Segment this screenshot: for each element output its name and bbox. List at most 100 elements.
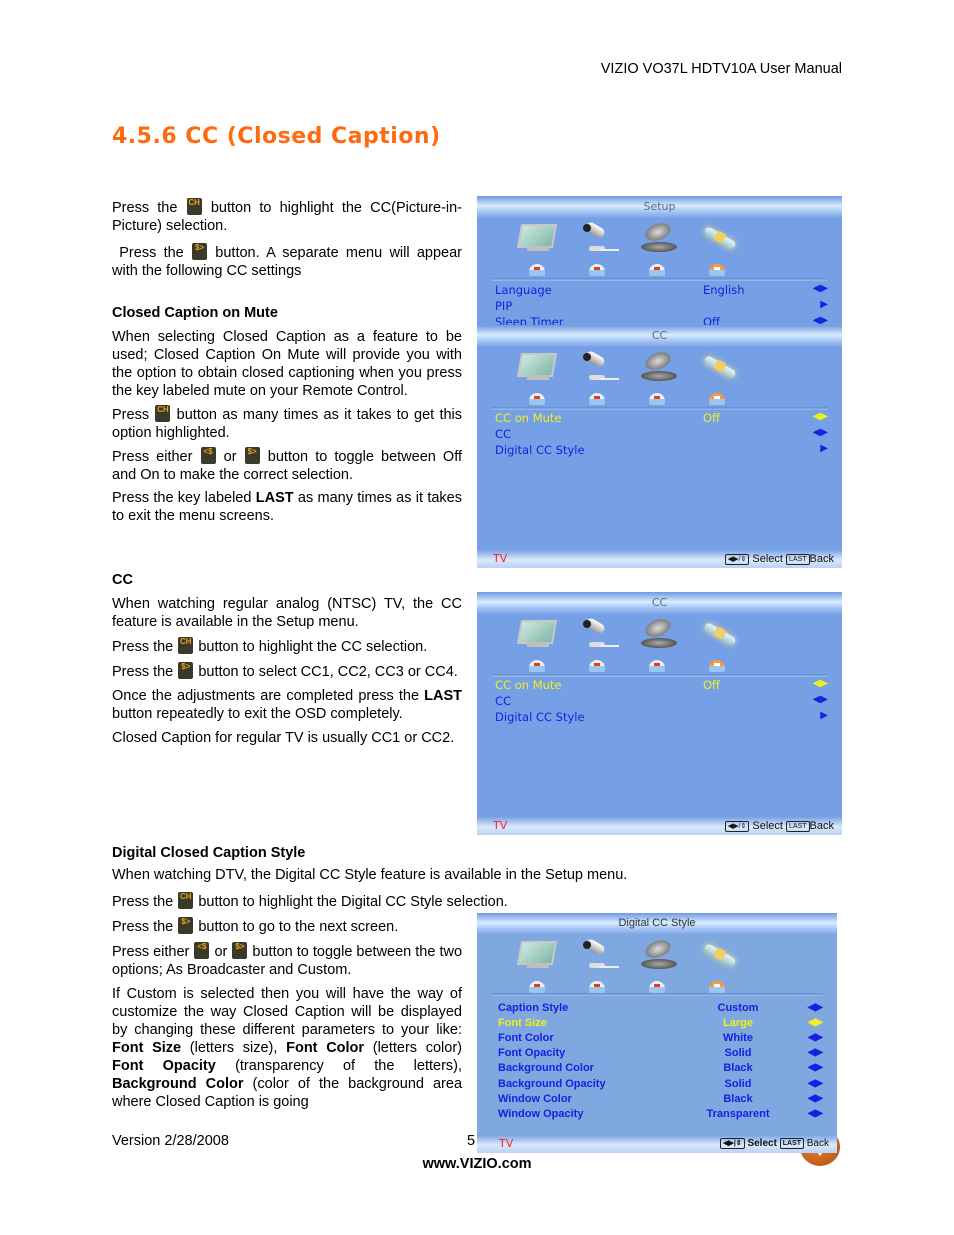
paragraph: When selecting Closed Caption as a featu… [112,329,462,399]
ch-down-button-icon: CH [178,892,194,909]
source-label: TV [493,819,508,832]
right-arrow-icon: ▶ [820,710,828,721]
osd-row[interactable]: Background Opacity Solid ◀▶ [498,1078,827,1094]
page-number: 5 [467,1133,476,1149]
tv-picture-icon [516,939,558,971]
osd-title: Setup [643,200,676,213]
menu-tab-indicator-active[interactable] [709,660,725,672]
text: Press the [119,245,184,261]
navigate-keys-icon: ◀▶/⇕ [724,821,750,832]
wrench-setup-icon [699,351,739,383]
left-right-arrow-icon: ◀▶ [807,1093,823,1104]
menu-tab-indicator[interactable] [649,264,665,276]
osd-row-highlighted[interactable]: CC on Mute Off ◀▶ [495,678,832,694]
satellite-dish-icon [639,937,679,971]
left-right-arrow-icon: ◀▶ [807,1017,823,1028]
osd-title: CC [651,329,668,342]
cc-text: When watching regular analog (NTSC) TV, … [112,596,463,746]
digital-intro: When watching DTV, the Digital CC Style … [112,866,672,911]
left-right-arrow-icon: ◀▶ [807,1002,823,1013]
heading-digital-cc-style: Digital Closed Caption Style [112,845,306,861]
osd-row[interactable]: CC ◀▶ [495,694,832,710]
osd-row[interactable]: Font Color White ◀▶ [498,1032,827,1048]
ch-down-button-icon: CH [186,198,202,215]
osd-row-highlighted[interactable]: CC on Mute Off ◀▶ [495,411,832,427]
satellite-dish-icon [639,616,679,650]
left-right-arrow-icon: ◀▶ [807,1062,823,1073]
heading-cc: CC [112,572,133,588]
osd-cc-screen: CC CC on Mute Off ◀▶ CC ◀▶ Digital CC Style… [477,592,842,835]
ch-down-button-icon: CH [155,405,171,422]
osd-row[interactable]: CC ◀▶ [495,427,832,443]
menu-tab-indicator[interactable] [529,393,545,405]
menu-tab-indicator-active[interactable] [709,393,725,405]
digital-text: Press the $> button to go to the next sc… [112,917,463,1110]
right-arrow-icon: ▶ [820,443,828,454]
menu-tab-indicator[interactable] [649,981,665,993]
text: Press the [112,200,178,216]
ch-down-button-icon: CH [178,637,194,654]
vol-left-button-icon: <$ [194,942,210,959]
paragraph: When watching DTV, the Digital CC Style … [112,867,628,883]
menu-tab-indicator-active[interactable] [709,264,725,276]
osd-row-highlighted[interactable]: Font Size Large ◀▶ [498,1017,827,1033]
osd-title: Digital CC Style [618,917,696,929]
section-title: 4.5.6 CC (Closed Caption) [112,124,441,149]
left-right-arrow-icon: ◀▶ [812,411,828,422]
paragraph: Closed Caption for regular TV is usually… [112,730,455,746]
navigate-keys-icon: ◀▶/⇕ [724,554,750,565]
menu-tab-indicator[interactable] [529,264,545,276]
osd-digital-cc-style-screen: Digital CC Style Caption Style Custom ◀▶ F… [477,913,837,1153]
osd-footer: TV ◀▶/⇕ Select LAST Back [477,550,842,568]
osd-row[interactable]: Window Opacity Transparent ◀▶ [498,1108,827,1124]
tv-picture-icon [516,618,558,650]
source-label: TV [493,552,508,565]
osd-row[interactable]: Digital CC Style ▶ [495,443,832,459]
osd-row[interactable]: Font Opacity Solid ◀▶ [498,1047,827,1063]
menu-tab-indicator[interactable] [529,981,545,993]
osd-title: CC [651,596,668,609]
menu-tab-indicator[interactable] [589,660,605,672]
menu-tab-indicator[interactable] [649,660,665,672]
vol-right-button-icon: $> [244,447,260,464]
osd-row[interactable]: Background Color Black ◀▶ [498,1062,827,1078]
wrench-setup-icon [699,618,739,650]
tv-picture-icon [516,222,558,254]
osd-footer: TV ◀▶/⇕ Select LAST Back [477,817,842,835]
osd-row[interactable]: Caption Style Custom ◀▶ [498,1002,827,1018]
osd-row[interactable]: Digital CC Style ▶ [495,710,832,726]
menu-tab-indicator[interactable] [529,660,545,672]
cc-on-mute-text: When selecting Closed Caption as a featu… [112,329,463,524]
audio-microphone-icon [579,220,619,254]
left-right-arrow-icon: ◀▶ [812,427,828,438]
left-right-arrow-icon: ◀▶ [807,1108,823,1119]
menu-tab-indicator[interactable] [589,264,605,276]
website-url: www.VIZIO.com [422,1156,532,1172]
last-key-icon: LAST [786,554,810,565]
tv-picture-icon [516,351,558,383]
heading-cc-on-mute: Closed Caption on Mute [112,305,278,321]
wrench-setup-icon [699,222,739,254]
right-arrow-icon: ▶ [820,299,828,310]
audio-microphone-icon [579,937,619,971]
audio-microphone-icon [579,349,619,383]
osd-row[interactable]: Language English ◀▶ [495,283,832,299]
menu-tab-indicator[interactable] [649,393,665,405]
osd-row[interactable]: PIP ▶ [495,299,832,315]
menu-tab-indicator-active[interactable] [709,981,725,993]
menu-tab-indicator[interactable] [589,981,605,993]
audio-microphone-icon [579,616,619,650]
left-right-arrow-icon: ◀▶ [807,1078,823,1089]
version-label: Version 2/28/2008 [112,1133,229,1149]
osd-row[interactable]: Window Color Black ◀▶ [498,1093,827,1109]
wrench-setup-icon [699,939,739,971]
source-label: TV [499,1137,514,1150]
vol-right-button-icon: $> [192,243,208,260]
left-right-arrow-icon: ◀▶ [807,1032,823,1043]
menu-tab-indicator[interactable] [589,393,605,405]
paragraph: When watching regular analog (NTSC) TV, … [112,596,462,630]
osd-cc-screen: CC CC on Mute Off ◀▶ CC ◀▶ Digital CC Style… [477,325,842,568]
navigate-keys-icon: ◀▶|⇕ [720,1138,745,1149]
vol-right-button-icon: $> [178,662,194,679]
osd-footer: TV ◀▶|⇕ Select LAST Back [477,1135,837,1153]
